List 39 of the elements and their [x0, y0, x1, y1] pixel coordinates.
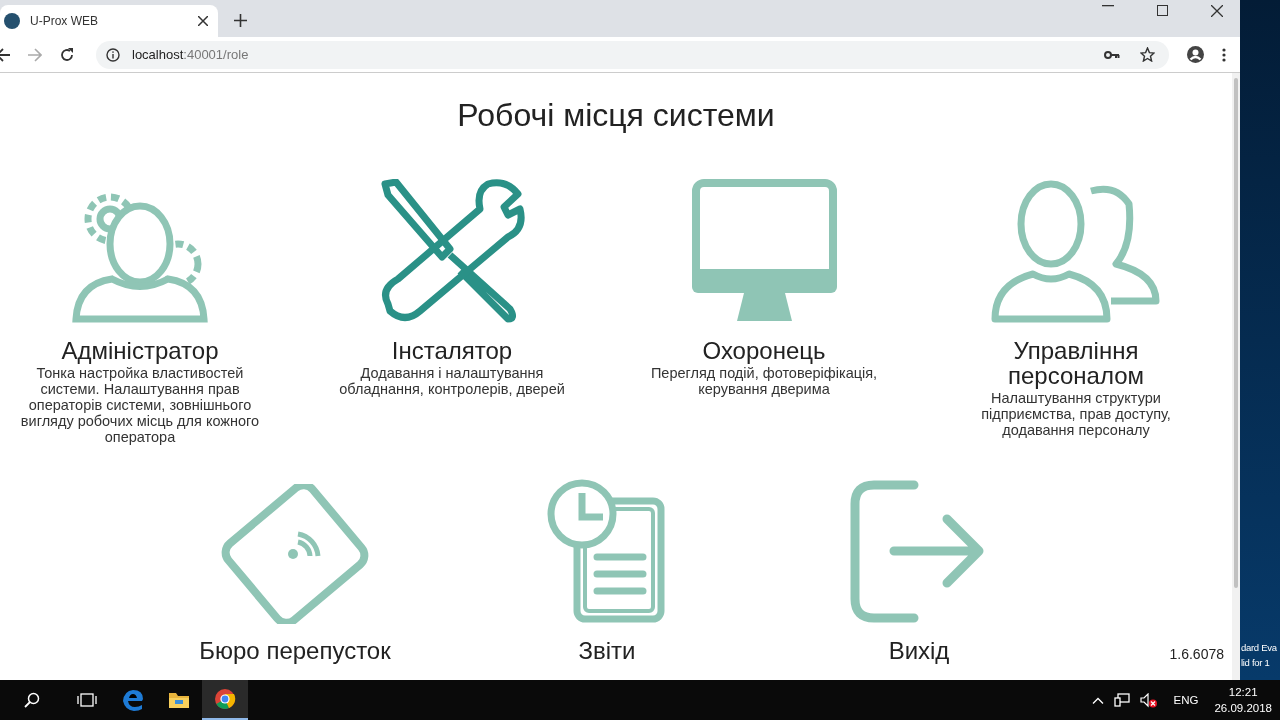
menu-icon[interactable] [1222, 47, 1226, 62]
chrome-icon[interactable] [202, 680, 248, 720]
tools-icon[interactable] [379, 179, 525, 324]
role-description: Тонка настройка властивостей системи. Налаштування прав операторів системи, зовнішнього вигляду робочих місць для кожного оператора [19, 365, 261, 445]
back-icon[interactable] [0, 47, 10, 62]
desktop-text: dard Eva [1241, 641, 1277, 655]
role-title[interactable]: Інсталятор [342, 338, 562, 363]
scrollbar-thumb[interactable] [1234, 78, 1238, 588]
role-description: Додавання і налаштування обладнання, контролерів, дверей [338, 365, 566, 397]
muted-speaker-icon[interactable] [1139, 692, 1158, 708]
reload-icon[interactable] [60, 47, 74, 62]
minimize-icon[interactable] [1102, 5, 1114, 7]
close-tab-icon[interactable] [198, 16, 208, 26]
role-title[interactable]: Бюро перепусток [185, 638, 405, 663]
star-icon[interactable] [1140, 47, 1155, 62]
browser-tab[interactable]: U-Prox WEB [0, 5, 218, 37]
role-title[interactable]: Адміністратор [30, 338, 250, 363]
version-label: 1.6.6078 [1169, 646, 1224, 662]
page-title: Робочі місця системи [456, 97, 776, 135]
chevron-up-icon[interactable] [1091, 696, 1104, 704]
role-title[interactable]: Управління персоналом [966, 338, 1186, 388]
new-tab-icon[interactable] [234, 14, 247, 27]
key-icon[interactable] [1104, 49, 1120, 60]
role-title[interactable]: Охоронець [654, 338, 874, 363]
clock-time[interactable]: 12:21 [1228, 684, 1258, 700]
info-icon [106, 47, 120, 62]
close-icon[interactable] [1211, 5, 1223, 17]
site-icon [4, 13, 20, 29]
role-description: Налаштування структури підприємства, прав доступу, додавання персоналу [980, 390, 1172, 438]
address-bar[interactable]: localhost:40001/role [96, 40, 1169, 69]
desktop-text: lid for 1 [1241, 656, 1271, 670]
role-title[interactable]: Вихід [809, 638, 1029, 663]
account-icon[interactable] [1187, 46, 1204, 63]
clock-date[interactable]: 26.09.2018 [1214, 700, 1272, 716]
maximize-icon[interactable] [1157, 5, 1168, 16]
role-title[interactable]: Звіти [497, 638, 717, 663]
language-indicator[interactable]: ENG [1173, 694, 1199, 706]
role-description: Перегляд подій, фотоверіфікація, керування дверима [649, 365, 879, 397]
network-icon[interactable] [1113, 693, 1130, 707]
